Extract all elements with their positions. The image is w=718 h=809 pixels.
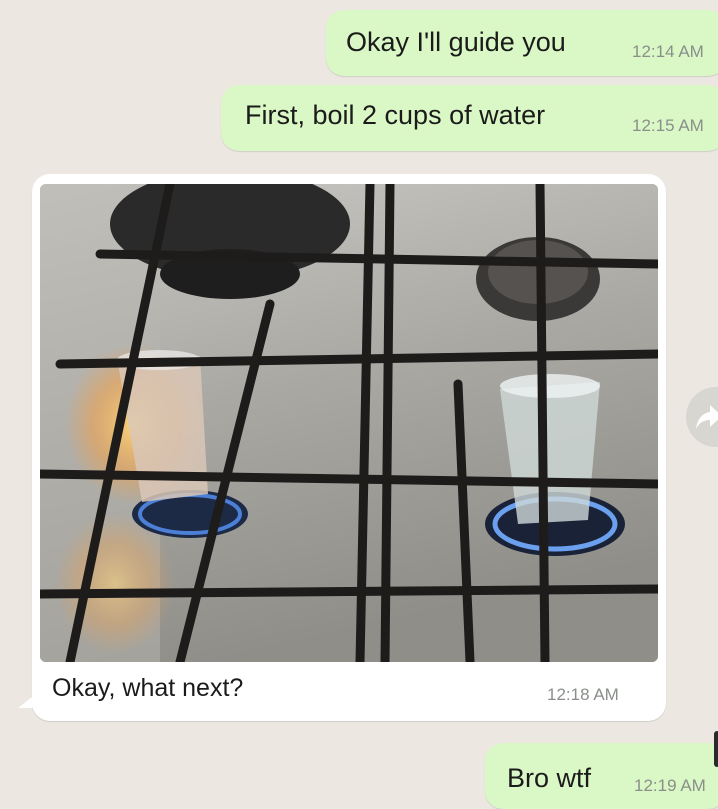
message-text: First, boil 2 cups of water bbox=[245, 100, 546, 130]
forward-button[interactable] bbox=[686, 387, 718, 447]
message-bubble-outgoing[interactable]: First, boil 2 cups of water 12:15 AM bbox=[221, 85, 718, 151]
attached-photo[interactable] bbox=[40, 184, 658, 662]
message-text: Okay, what next? bbox=[52, 674, 244, 702]
message-bubble-outgoing[interactable]: Bro wtf 12:19 AM bbox=[485, 743, 718, 809]
forward-icon bbox=[696, 405, 718, 429]
message-bubble-outgoing[interactable]: Okay I'll guide you 12:14 AM bbox=[326, 10, 718, 76]
scroll-indicator bbox=[714, 731, 718, 767]
message-text: Okay I'll guide you bbox=[346, 27, 566, 57]
message-timestamp: 12:19 AM bbox=[634, 776, 706, 795]
message-timestamp: 12:14 AM bbox=[632, 42, 704, 61]
message-text: Bro wtf bbox=[507, 763, 592, 793]
message-timestamp: 12:18 AM bbox=[547, 685, 619, 704]
message-timestamp: 12:15 AM bbox=[632, 116, 704, 135]
message-bubble-incoming[interactable]: Okay, what next? 12:18 AM bbox=[32, 174, 666, 721]
